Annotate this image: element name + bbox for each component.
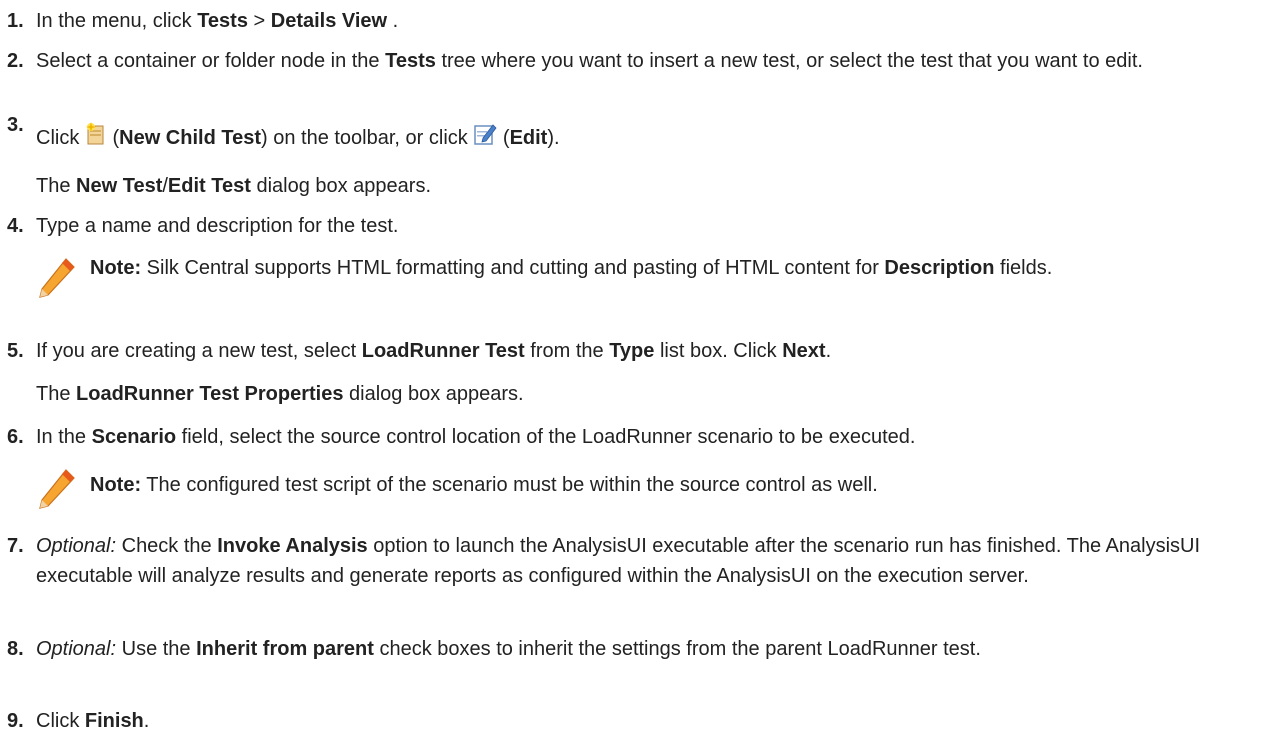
edit-icon (473, 122, 497, 155)
menu-details-view: Details View (270, 10, 388, 32)
step-number: 4. (7, 215, 24, 237)
tests-tree-term: Tests (385, 50, 436, 72)
procedure-steps: 1. In the menu, click Tests > Details Vi… (0, 0, 1285, 749)
step-number: 9. (7, 710, 24, 732)
note-2: Note: The configured test script of the … (36, 466, 1276, 516)
step-text: Click Finish. (36, 710, 150, 732)
step-text: In the menu, click Tests > Details View … (36, 10, 399, 32)
step-text: Optional: Check the Invoke Analysis opti… (36, 535, 1201, 587)
edit-label: Edit (509, 127, 548, 149)
pencil-icon (36, 257, 76, 310)
step-text: Select a container or folder node in the… (36, 50, 1143, 72)
menu-tests: Tests (197, 10, 248, 32)
step-number: 7. (7, 535, 24, 557)
step-number: 6. (7, 426, 24, 448)
pencil-icon (36, 468, 76, 521)
note-1: Note: Silk Central supports HTML formatt… (36, 253, 1276, 315)
step-number: 8. (7, 638, 24, 660)
new-child-test-label: New Child Test (119, 127, 261, 149)
step-5-result: The LoadRunner Test Properties dialog bo… (36, 383, 524, 405)
step-number: 2. (7, 50, 24, 72)
step-3-result: The New Test/Edit Test dialog box appear… (36, 175, 432, 197)
step-number: 1. (7, 10, 24, 32)
step-number: 5. (7, 340, 24, 362)
step-text: Optional: Use the Inherit from parent ch… (36, 638, 981, 660)
new-child-test-icon (85, 122, 107, 155)
note-text: Note: Silk Central supports HTML formatt… (90, 257, 1053, 279)
step-text: If you are creating a new test, select L… (36, 340, 832, 362)
step-text: Type a name and description for the test… (36, 215, 399, 237)
note-text: Note: The configured test script of the … (90, 474, 878, 496)
step-text: Click (New Child Test) on the toolbar, o… (36, 122, 1270, 155)
step-text: In the Scenario field, select the source… (36, 426, 916, 448)
step-number: 3. (7, 114, 24, 136)
